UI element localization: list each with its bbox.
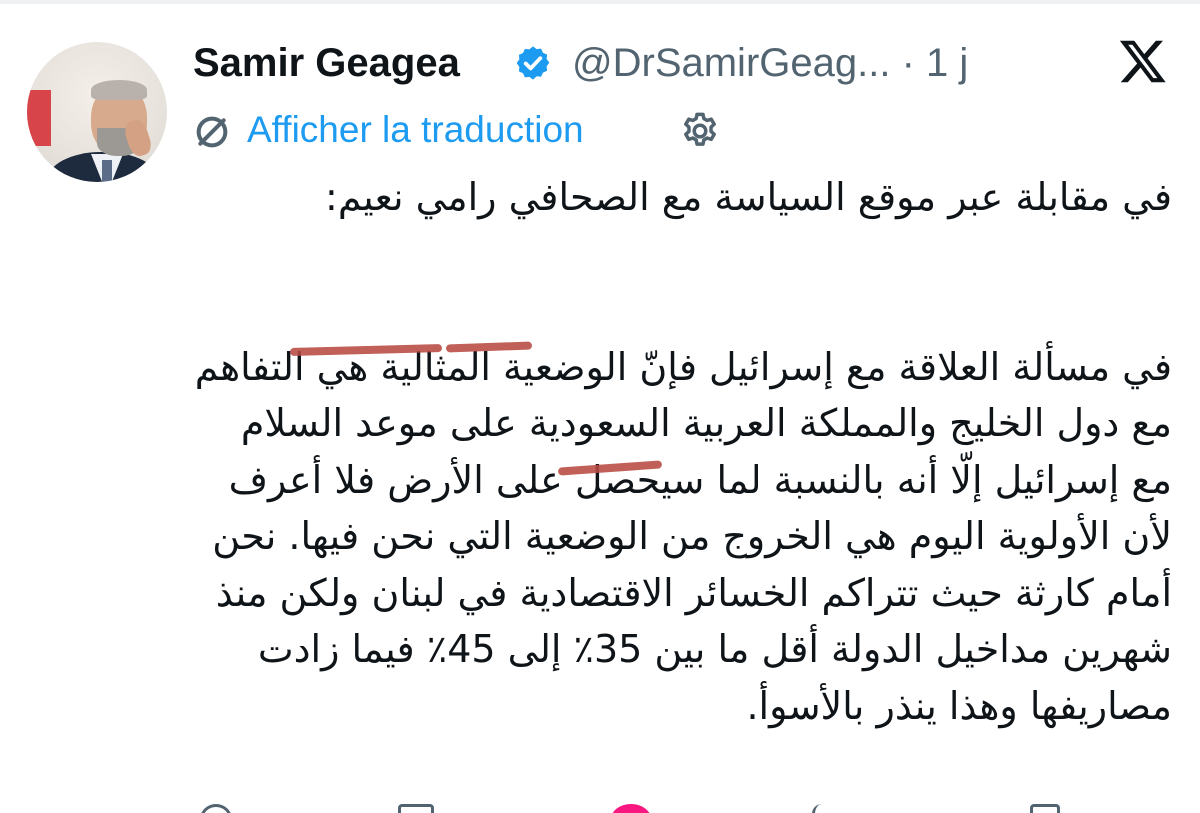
x-logo-icon[interactable] (1118, 36, 1168, 86)
avatar-flag (27, 90, 51, 146)
repost-icon[interactable] (398, 804, 434, 813)
show-translation-link[interactable]: Afficher la traduction (247, 104, 584, 156)
gear-icon[interactable] (679, 110, 721, 152)
tweet-paragraph: في مسألة العلاقة مع إسرائيل فإنّ الوضعية… (194, 344, 1172, 728)
action-bar (0, 796, 1200, 813)
author-name[interactable]: Samir Geagea (193, 37, 460, 89)
avatar[interactable] (27, 42, 167, 182)
bookmark-icon[interactable] (1030, 804, 1060, 813)
meta-separator: · (901, 41, 915, 85)
timestamp[interactable]: 1 j (926, 41, 968, 85)
handle-and-time: @DrSamirGeag... · 1 j (572, 37, 968, 89)
translate-icon (196, 116, 228, 148)
tweet-text: في مقابلة عبر موقع السياسة مع الصحافي را… (190, 169, 1172, 734)
verified-badge-icon (516, 46, 550, 80)
like-icon[interactable] (611, 804, 651, 813)
reply-icon[interactable] (200, 804, 232, 813)
views-icon[interactable] (812, 804, 840, 813)
tweet-paragraph: في مقابلة عبر موقع السياسة مع الصحافي را… (325, 175, 1172, 219)
handle[interactable]: @DrSamirGeag... (572, 41, 890, 85)
top-divider (0, 0, 1200, 4)
